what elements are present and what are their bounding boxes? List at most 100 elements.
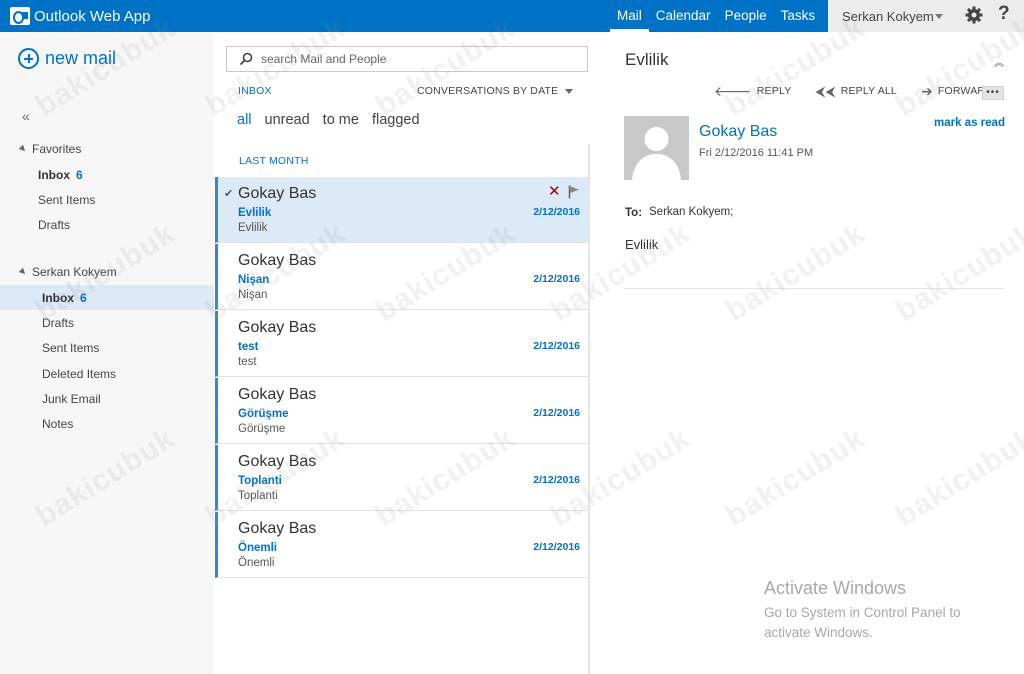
message-sender: Gokay Bas: [238, 319, 317, 336]
filter-all[interactable]: all: [237, 112, 252, 128]
filter-to-me[interactable]: to me: [323, 112, 359, 128]
mark-as-read-button[interactable]: mark as read: [934, 117, 1005, 129]
forward-arrow-icon: ➔: [920, 83, 933, 99]
group-header: LAST MONTH: [239, 155, 309, 167]
collapse-pane-icon[interactable]: «: [22, 108, 30, 124]
top-bar: Outlook Web App Mail Calendar People Tas…: [0, 0, 1024, 32]
favorite-item-sent-items[interactable]: Sent Items: [0, 187, 214, 212]
more-actions-icon[interactable]: •••: [982, 86, 1004, 100]
app-title: Outlook Web App: [34, 7, 151, 25]
reply-arrow-icon: 🡐: [714, 83, 752, 99]
filter-flagged[interactable]: flagged: [372, 112, 420, 128]
message-preview: Evlilik: [238, 222, 268, 234]
message-list-inner: LAST MONTH ✔ Gokay Bas Evlilik Evlilik 2…: [214, 144, 588, 674]
nav-mail[interactable]: Mail: [610, 0, 649, 32]
message-list-pane: INBOX CONVERSATIONS BY DATE all unread t…: [214, 32, 590, 674]
user-area: Serkan Kokyem ?: [828, 0, 1024, 32]
message-item[interactable]: ✔ Gokay Bas Evlilik Evlilik 2/12/2016 ✕: [215, 177, 588, 243]
person-placeholder-icon: [624, 116, 689, 180]
nav-calendar[interactable]: Calendar: [649, 0, 718, 32]
delete-icon[interactable]: ✕: [548, 184, 561, 200]
chevron-up-icon[interactable]: ︽: [994, 54, 1004, 69]
folder-item-label: Inbox: [42, 290, 74, 305]
gear-icon[interactable]: [964, 5, 984, 25]
message-item[interactable]: Gokay Bas test test 2/12/2016: [215, 311, 588, 377]
reply-all-button[interactable]: ⮜⮜ REPLY ALL: [815, 84, 897, 98]
flag-icon[interactable]: [568, 185, 580, 199]
search-box[interactable]: [226, 46, 588, 72]
account-header-label: Serkan Kokyem: [32, 265, 117, 279]
check-icon[interactable]: ✔: [224, 187, 233, 200]
message-date: 2/12/2016: [533, 273, 580, 285]
chevron-down-icon[interactable]: [935, 14, 943, 19]
message-item[interactable]: Gokay Bas Görüşme Görüşme 2/12/2016: [215, 378, 588, 444]
folder-item-label: Drafts: [42, 315, 75, 330]
message-date: 2/12/2016: [533, 340, 580, 352]
message-subject: Nişan: [238, 274, 270, 286]
folder-item-deleted-items[interactable]: Deleted Items: [0, 361, 214, 386]
sent-time: Fri 2/12/2016 11:41 PM: [699, 147, 814, 159]
filter-bar: all unread to me flagged: [237, 112, 433, 128]
reply-all-arrow-icon: ⮜⮜: [815, 83, 836, 99]
favorite-item-drafts[interactable]: Drafts: [0, 212, 214, 237]
message-item[interactable]: Gokay Bas Toplanti Toplanti 2/12/2016: [215, 445, 588, 511]
help-icon[interactable]: ?: [998, 3, 1010, 25]
nav-people[interactable]: People: [718, 0, 774, 32]
sort-label: CONVERSATIONS BY DATE: [417, 85, 559, 97]
search-input[interactable]: [261, 52, 561, 66]
unread-count: 6: [76, 167, 83, 182]
message-preview: Nişan: [238, 289, 268, 301]
message-date: 2/12/2016: [533, 407, 580, 419]
sort-dropdown[interactable]: CONVERSATIONS BY DATE: [417, 85, 574, 97]
message-subject: Toplanti: [238, 475, 282, 487]
message-sender: Gokay Bas: [238, 252, 317, 269]
chevron-down-icon: [565, 88, 574, 94]
message-list: LAST MONTH ✔ Gokay Bas Evlilik Evlilik 2…: [214, 144, 590, 674]
search-icon[interactable]: [239, 52, 253, 66]
message-preview: Önemli: [238, 557, 275, 569]
folder-item-notes[interactable]: Notes: [0, 411, 214, 436]
reply-label: REPLY: [756, 85, 792, 97]
favorite-item-inbox[interactable]: Inbox 6: [0, 162, 214, 187]
message-preview: Toplanti: [238, 490, 278, 502]
message-sender: Gokay Bas: [238, 453, 317, 470]
folder-item-junk-email[interactable]: Junk Email: [0, 386, 214, 411]
favorites-header-label: Favorites: [32, 142, 82, 156]
message-sender: Gokay Bas: [238, 185, 317, 202]
favorites-header[interactable]: Favorites: [18, 142, 82, 156]
reply-button[interactable]: 🡐 REPLY: [714, 84, 791, 98]
message-preview: test: [238, 356, 257, 368]
message-subject: test: [238, 341, 259, 353]
favorite-item-label: Drafts: [38, 217, 71, 232]
message-date: 2/12/2016: [533, 206, 580, 218]
filter-unread[interactable]: unread: [265, 112, 310, 128]
brand[interactable]: Outlook Web App: [10, 6, 150, 26]
message-subject: Görüşme: [238, 408, 289, 420]
new-mail-label: new mail: [45, 48, 117, 68]
recipient[interactable]: Serkan Kokyem;: [649, 206, 733, 218]
triangle-expanded-icon: [18, 144, 28, 154]
new-mail-button[interactable]: new mail: [18, 48, 116, 69]
message-subject: Önemli: [238, 542, 277, 554]
message-date: 2/12/2016: [533, 541, 580, 553]
reading-pane: Evlilik ︽ 🡐 REPLY ⮜⮜ REPLY ALL ➔ FORWARD…: [590, 32, 1024, 674]
message-date: 2/12/2016: [533, 474, 580, 486]
message-sender: Gokay Bas: [238, 520, 317, 537]
activate-windows-overlay: Activate Windows Go to System in Control…: [764, 578, 994, 643]
activate-text: Go to System in Control Panel to activat…: [764, 605, 961, 640]
message-item[interactable]: Gokay Bas Önemli Önemli 2/12/2016: [215, 512, 588, 578]
folder-item-inbox[interactable]: Inbox 6: [0, 285, 214, 310]
favorite-item-label: Inbox: [38, 167, 70, 182]
reading-actions: 🡐 REPLY ⮜⮜ REPLY ALL ➔ FORWARD: [714, 84, 1017, 98]
nav-tasks[interactable]: Tasks: [774, 0, 823, 32]
top-nav: Mail Calendar People Tasks: [610, 0, 822, 32]
folder-item-label: Deleted Items: [42, 366, 117, 381]
current-folder-label: INBOX: [238, 85, 272, 97]
message-item[interactable]: Gokay Bas Nişan Nişan 2/12/2016: [215, 244, 588, 310]
account-header[interactable]: Serkan Kokyem: [18, 265, 117, 279]
user-menu-button[interactable]: Serkan Kokyem: [842, 9, 934, 24]
sender-name[interactable]: Gokay Bas: [699, 123, 777, 141]
folder-item-label: Junk Email: [42, 391, 101, 406]
folder-item-drafts[interactable]: Drafts: [0, 310, 214, 335]
folder-item-sent-items[interactable]: Sent Items: [0, 335, 214, 360]
